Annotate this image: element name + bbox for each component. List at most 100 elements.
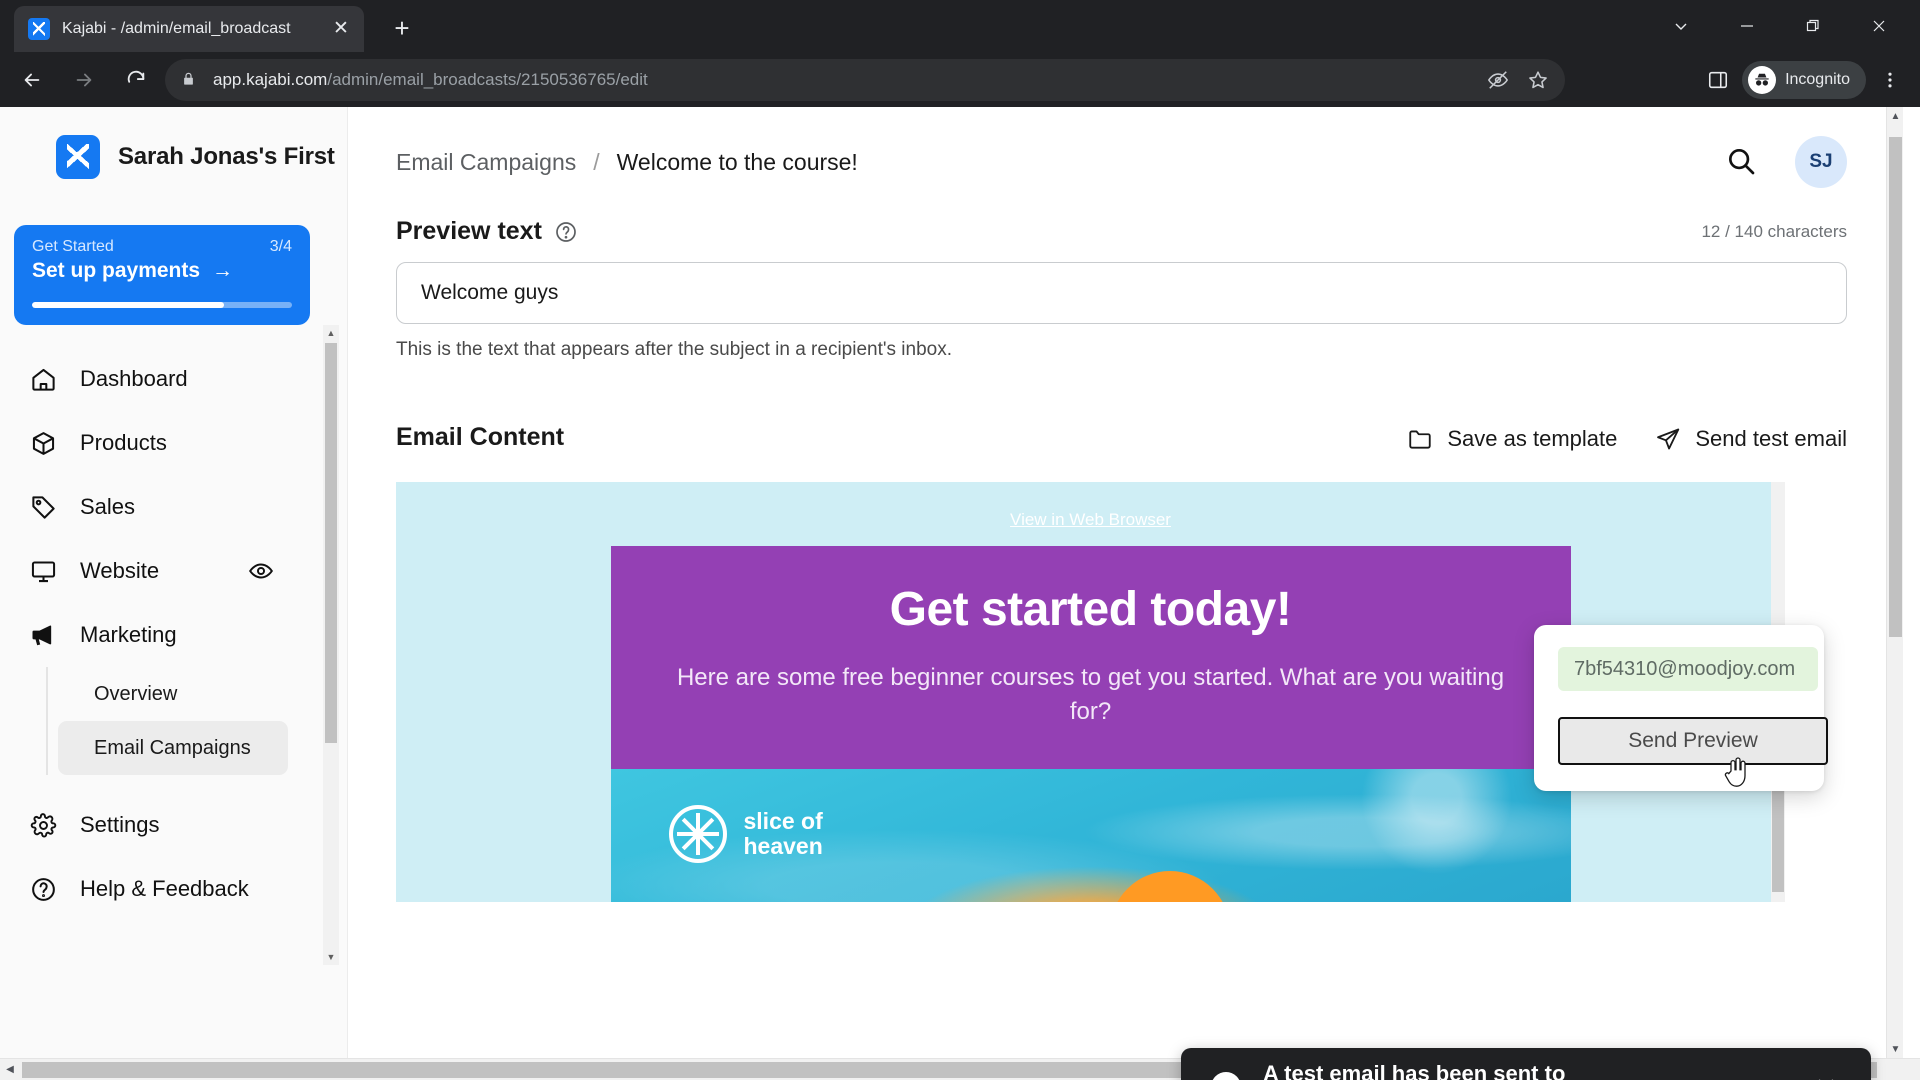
test-email-input[interactable] xyxy=(1558,647,1818,691)
breadcrumb: Email Campaigns / Welcome to the course! xyxy=(396,149,858,176)
sidebar-scroll-down-icon[interactable]: ▼ xyxy=(323,949,339,965)
preview-text-input[interactable] xyxy=(396,262,1847,324)
sidebar-item-label: Marketing xyxy=(80,622,177,647)
sidebar-subitem-overview[interactable]: Overview xyxy=(58,667,288,721)
eye-icon[interactable] xyxy=(248,558,274,584)
check-circle-icon xyxy=(1211,1072,1241,1080)
breadcrumb-separator: / xyxy=(593,148,600,175)
gear-icon xyxy=(28,810,58,840)
sidebar-scrollbar[interactable]: ▲ ▼ xyxy=(323,325,339,965)
toolbar-right: Incognito xyxy=(1698,52,1910,107)
omnibox-actions xyxy=(1481,59,1555,101)
eye-slash-icon[interactable] xyxy=(1481,63,1515,97)
side-panel-icon[interactable] xyxy=(1698,60,1738,100)
sidebar-scroll-up-icon[interactable]: ▲ xyxy=(323,325,339,341)
sidebar-item-help-feedback[interactable]: Help & Feedback xyxy=(0,857,330,921)
megaphone-icon xyxy=(28,620,58,650)
search-icon[interactable] xyxy=(1725,145,1759,179)
send-preview-button[interactable]: Send Preview xyxy=(1558,717,1828,765)
character-counter: 12 / 140 characters xyxy=(1701,221,1847,241)
paper-plane-icon xyxy=(1655,426,1681,452)
browser-tab[interactable]: Kajabi - /admin/email_broadcast ✕ xyxy=(14,6,364,52)
slice-of-heaven-wordmark: slice of heaven xyxy=(744,808,823,860)
get-started-label: Get Started xyxy=(32,238,114,255)
kajabi-favicon-icon xyxy=(28,18,50,40)
save-as-template-button[interactable]: Save as template xyxy=(1407,426,1617,452)
get-started-row: Get Started 3/4 xyxy=(32,238,292,256)
close-icon[interactable] xyxy=(1811,1072,1841,1080)
page-topbar: Email Campaigns / Welcome to the course!… xyxy=(348,107,1903,217)
send-test-email-label: Send test email xyxy=(1695,426,1847,451)
back-arrow-icon[interactable] xyxy=(12,60,52,100)
email-content-title: Email Content xyxy=(396,423,565,451)
browser-titlebar: Kajabi - /admin/email_broadcast ✕ + xyxy=(0,0,1920,52)
sidebar-item-products[interactable]: Products xyxy=(0,411,330,475)
sidebar-item-dashboard[interactable]: Dashboard xyxy=(0,347,330,411)
sidebar-item-label: Website xyxy=(80,558,160,583)
page-scroll-thumb[interactable] xyxy=(1889,137,1902,637)
breadcrumb-parent[interactable]: Email Campaigns xyxy=(396,149,576,176)
sidebar-scroll-thumb[interactable] xyxy=(325,343,337,743)
main-content: Email Campaigns / Welcome to the course!… xyxy=(348,107,1903,1058)
send-test-email-button[interactable]: Send test email xyxy=(1655,426,1847,452)
close-tab-icon[interactable]: ✕ xyxy=(328,16,354,42)
page-vertical-scrollbar[interactable]: ▲ ▼ xyxy=(1886,107,1903,1058)
tab-title: Kajabi - /admin/email_broadcast xyxy=(62,20,291,37)
brand-header[interactable]: Sarah Jonas's First xyxy=(0,107,347,179)
question-circle-icon[interactable] xyxy=(554,220,578,244)
sidebar-item-label: Help & Feedback xyxy=(80,876,249,901)
page-title: Preview text xyxy=(396,217,542,245)
toast-notification: A test email has been sent to 7bf54310@m… xyxy=(1181,1048,1871,1080)
breadcrumb-current: Welcome to the course! xyxy=(616,148,858,175)
get-started-count: 3/4 xyxy=(269,238,292,255)
incognito-label: Incognito xyxy=(1785,70,1850,88)
close-icon[interactable] xyxy=(1846,3,1912,49)
avatar[interactable]: SJ xyxy=(1795,136,1847,188)
new-tab-button[interactable]: + xyxy=(385,12,419,46)
send-test-email-popover: Send Preview xyxy=(1534,625,1828,791)
incognito-profile-button[interactable]: Incognito xyxy=(1742,60,1866,99)
forward-arrow-icon[interactable] xyxy=(64,60,104,100)
brand-name: Sarah Jonas's First xyxy=(118,143,335,170)
incognito-icon xyxy=(1748,65,1777,94)
sidebar: Sarah Jonas's First Get Started 3/4 Set … xyxy=(0,107,348,1058)
get-started-card[interactable]: Get Started 3/4 Set up payments → xyxy=(14,225,310,325)
get-started-progress-track xyxy=(32,302,292,308)
page-scroll-left-icon[interactable]: ◀ xyxy=(0,1059,20,1080)
get-started-progress-fill xyxy=(32,302,225,308)
email-hero-banner[interactable]: Get started today! Here are some free be… xyxy=(610,546,1571,770)
sidebar-item-website[interactable]: Website xyxy=(0,539,330,603)
save-as-template-label: Save as template xyxy=(1447,426,1618,451)
monitor-icon xyxy=(28,556,58,586)
chevron-down-icon[interactable] xyxy=(1648,3,1714,49)
preview-text-label-group: Preview text xyxy=(396,217,578,246)
email-content-header: Email Content Save as template Send test… xyxy=(396,423,1847,452)
page-scroll-down-icon[interactable]: ▼ xyxy=(1887,1040,1903,1058)
email-hero-headline: Get started today! xyxy=(889,583,1292,636)
tag-icon xyxy=(28,492,58,522)
page-scroll-up-icon[interactable]: ▲ xyxy=(1887,107,1903,125)
reload-icon[interactable] xyxy=(116,60,156,100)
kajabi-logo-icon xyxy=(56,135,100,179)
star-icon[interactable] xyxy=(1521,63,1555,97)
minimize-icon[interactable] xyxy=(1714,3,1780,49)
browser-chrome: Kajabi - /admin/email_broadcast ✕ + app.… xyxy=(0,0,1920,107)
arrow-right-icon: → xyxy=(212,259,234,282)
home-icon xyxy=(28,364,58,394)
email-photo-block[interactable]: slice of heaven xyxy=(610,769,1571,902)
sidebar-item-marketing[interactable]: Marketing xyxy=(0,603,330,667)
three-dot-menu-icon[interactable] xyxy=(1870,60,1910,100)
sidebar-subnav-marketing: Overview Email Campaigns xyxy=(46,667,330,775)
address-bar[interactable]: app.kajabi.com/admin/email_broadcasts/21… xyxy=(165,59,1565,101)
sidebar-nav: Dashboard Products Sales Website Marketi… xyxy=(0,347,330,921)
sidebar-subitem-email-campaigns[interactable]: Email Campaigns xyxy=(58,721,288,775)
restore-icon[interactable] xyxy=(1780,3,1846,49)
view-in-web-browser-link[interactable]: View in Web Browser xyxy=(396,482,1785,530)
sidebar-item-sales[interactable]: Sales xyxy=(0,475,330,539)
preview-text-hint: This is the text that appears after the … xyxy=(396,339,952,360)
url-text: app.kajabi.com/admin/email_broadcasts/21… xyxy=(213,70,648,90)
slice-of-heaven-logo: slice of heaven xyxy=(668,805,823,864)
email-content-actions: Save as template Send test email xyxy=(1407,426,1847,452)
sidebar-item-settings[interactable]: Settings xyxy=(0,793,330,857)
box-icon xyxy=(28,428,58,458)
